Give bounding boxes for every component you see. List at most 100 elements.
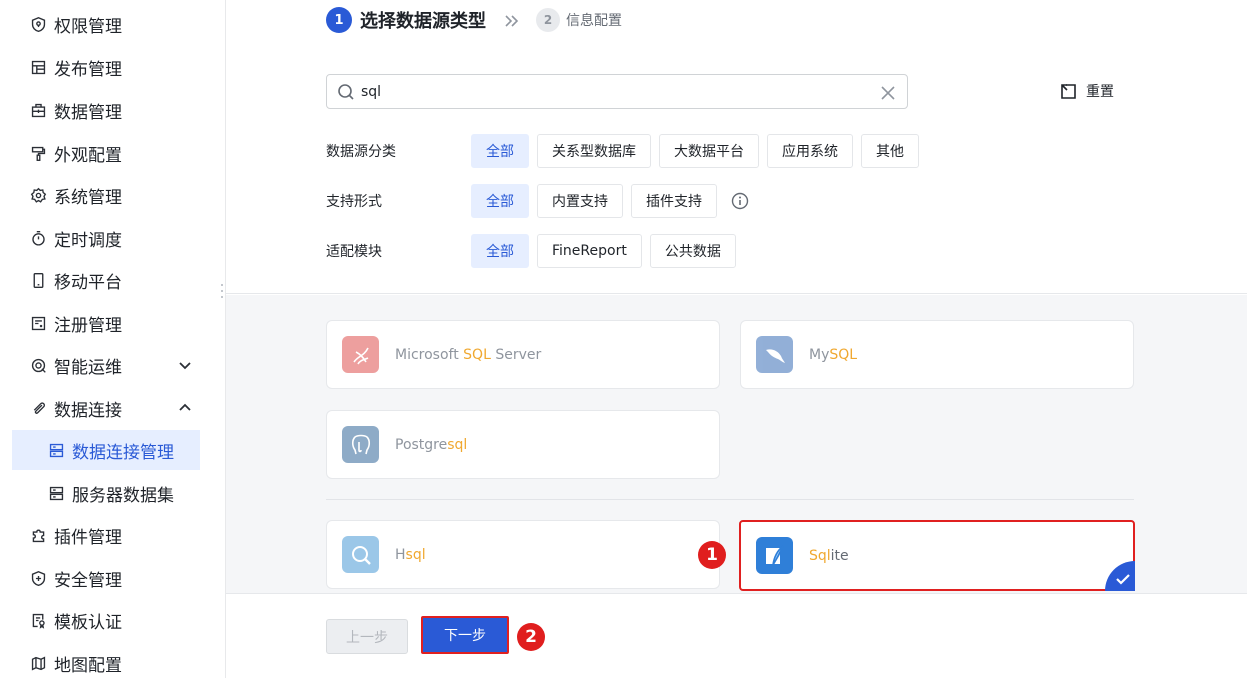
chip-category-bigdata[interactable]: 大数据平台 xyxy=(659,134,759,168)
filter-row-module: 适配模块 全部 FineReport 公共数据 xyxy=(326,234,744,268)
stepper: 1 选择数据源类型 2 信息配置 xyxy=(326,6,622,34)
step-1-title: 选择数据源类型 xyxy=(360,11,486,32)
step-1-number: 1 xyxy=(326,7,352,33)
double-chevron-right-icon xyxy=(504,13,520,27)
briefcase-icon xyxy=(28,100,48,120)
sidebar-item-appearance[interactable]: 外观配置 xyxy=(12,133,200,173)
paperclip-icon xyxy=(28,398,48,418)
chevron-down-icon[interactable] xyxy=(178,357,192,371)
filter-label-category: 数据源分类 xyxy=(326,144,396,160)
filter-row-support: 支持形式 全部 内置支持 插件支持 xyxy=(326,184,749,218)
chip-module-finereport[interactable]: FineReport xyxy=(537,234,642,268)
sidebar-item-label: 地图配置 xyxy=(54,655,122,676)
next-step-button[interactable]: 下一步 xyxy=(421,616,509,654)
datasource-card-mssql[interactable]: Microsoft SQL Server xyxy=(326,320,720,389)
sidebar-item-label: 注册管理 xyxy=(54,315,122,336)
info-icon[interactable] xyxy=(731,192,749,210)
reset-button[interactable]: 重置 xyxy=(1060,81,1114,101)
chip-support-plugin[interactable]: 插件支持 xyxy=(631,184,717,218)
server-icon xyxy=(46,483,66,503)
chip-category-other[interactable]: 其他 xyxy=(861,134,919,168)
chip-category-application[interactable]: 应用系统 xyxy=(767,134,853,168)
sidebar-item-server-dataset[interactable]: 服务器数据集 xyxy=(12,473,200,513)
hsql-logo-icon xyxy=(342,536,379,573)
chip-support-all[interactable]: 全部 xyxy=(471,184,529,218)
sidebar-item-security[interactable]: 安全管理 xyxy=(12,558,200,598)
sidebar-item-label: 发布管理 xyxy=(54,59,122,80)
sidebar-item-schedule[interactable]: 定时调度 xyxy=(12,218,200,258)
main-panel: 1 选择数据源类型 2 信息配置 sql 重置 数据源分类 全部 关系型数据库 … xyxy=(226,0,1247,678)
search-icon xyxy=(337,83,355,101)
sidebar-item-label: 模板认证 xyxy=(54,612,122,633)
sidebar-item-label: 权限管理 xyxy=(54,16,122,37)
gear-icon xyxy=(28,185,48,205)
filter-label-module: 适配模块 xyxy=(326,244,382,260)
sidebar-item-label: 服务器数据集 xyxy=(72,485,174,506)
search-input-value[interactable]: sql xyxy=(361,84,881,100)
publish-icon xyxy=(28,57,48,77)
datasource-name: Sqlite xyxy=(809,547,849,564)
step-2-number: 2 xyxy=(536,8,560,32)
selected-check-icon xyxy=(1105,561,1135,591)
filter-label-support: 支持形式 xyxy=(326,194,382,210)
step-2-title: 信息配置 xyxy=(566,13,622,29)
chip-category-all[interactable]: 全部 xyxy=(471,134,529,168)
chevron-up-icon[interactable] xyxy=(178,400,192,414)
datasource-name: MySQL xyxy=(809,346,858,363)
sidebar-item-label: 插件管理 xyxy=(54,527,122,548)
sidebar-item-label: 数据连接 xyxy=(54,400,122,421)
mobile-icon xyxy=(28,270,48,290)
map-icon xyxy=(28,653,48,673)
certificate-icon xyxy=(28,610,48,630)
clear-icon[interactable] xyxy=(881,85,895,100)
datasource-name: Microsoft SQL Server xyxy=(395,346,542,363)
annotation-badge-2: 2 xyxy=(517,623,545,651)
sidebar-item-system[interactable]: 系统管理 xyxy=(12,175,200,215)
timer-icon xyxy=(28,228,48,248)
sidebar-item-permissions[interactable]: 权限管理 xyxy=(12,4,200,44)
filter-row-category: 数据源分类 全部 关系型数据库 大数据平台 应用系统 其他 xyxy=(326,134,927,168)
datasource-card-postgresql[interactable]: Postgresql xyxy=(326,410,720,479)
sidebar-item-label: 定时调度 xyxy=(54,230,122,251)
datasource-card-mysql[interactable]: MySQL xyxy=(740,320,1134,389)
annotation-badge-1: 1 xyxy=(698,541,726,569)
previous-step-button[interactable]: 上一步 xyxy=(326,619,408,654)
datasource-name: Postgresql xyxy=(395,436,468,453)
sidebar-item-label: 安全管理 xyxy=(54,570,122,591)
sidebar-item-map-config[interactable]: 地图配置 xyxy=(12,643,200,678)
filter-panel: 1 选择数据源类型 2 信息配置 sql 重置 数据源分类 全部 关系型数据库 … xyxy=(226,0,1247,294)
puzzle-icon xyxy=(28,525,48,545)
sidebar-item-data-connection[interactable]: 数据连接 xyxy=(12,388,200,428)
sidebar-item-publish[interactable]: 发布管理 xyxy=(12,47,200,87)
sidebar-item-smart-ops[interactable]: 智能运维 xyxy=(12,345,200,385)
datasource-name: Hsql xyxy=(395,546,426,563)
sidebar-item-label: 系统管理 xyxy=(54,187,122,208)
sidebar-item-label: 数据连接管理 xyxy=(72,442,174,463)
sidebar-item-template-cert[interactable]: 模板认证 xyxy=(12,600,200,640)
datasource-card-hsql[interactable]: Hsql xyxy=(326,520,720,589)
server-icon xyxy=(46,440,66,460)
chip-module-public-data[interactable]: 公共数据 xyxy=(649,234,736,268)
sidebar-item-label: 数据管理 xyxy=(54,102,122,123)
search-input[interactable]: sql xyxy=(326,74,908,109)
sidebar-item-mobile[interactable]: 移动平台 xyxy=(12,260,200,300)
datasource-list: Microsoft SQL Server MySQL Postgresql Hs… xyxy=(226,295,1247,593)
ops-icon xyxy=(28,355,48,375)
reset-icon xyxy=(1060,83,1077,100)
datasource-card-sqlite[interactable]: Sqlite xyxy=(739,520,1135,591)
sidebar-item-label: 外观配置 xyxy=(54,145,122,166)
sqlite-logo-icon xyxy=(756,537,793,574)
footer-bar: 上一步 下一步 2 xyxy=(226,593,1247,678)
section-divider xyxy=(326,499,1134,500)
chip-category-relational[interactable]: 关系型数据库 xyxy=(537,134,651,168)
chip-module-all[interactable]: 全部 xyxy=(471,234,529,268)
chip-support-builtin[interactable]: 内置支持 xyxy=(537,184,623,218)
mysql-dolphin-icon xyxy=(756,336,793,373)
sidebar-item-data-connection-management[interactable]: 数据连接管理 xyxy=(12,430,200,470)
sidebar-item-register[interactable]: 注册管理 xyxy=(12,303,200,343)
sidebar-item-data-management[interactable]: 数据管理 xyxy=(12,90,200,130)
mssql-logo-icon xyxy=(342,336,379,373)
sidebar-item-label: 智能运维 xyxy=(54,357,122,378)
register-icon xyxy=(28,313,48,333)
sidebar-item-plugins[interactable]: 插件管理 xyxy=(12,515,200,555)
